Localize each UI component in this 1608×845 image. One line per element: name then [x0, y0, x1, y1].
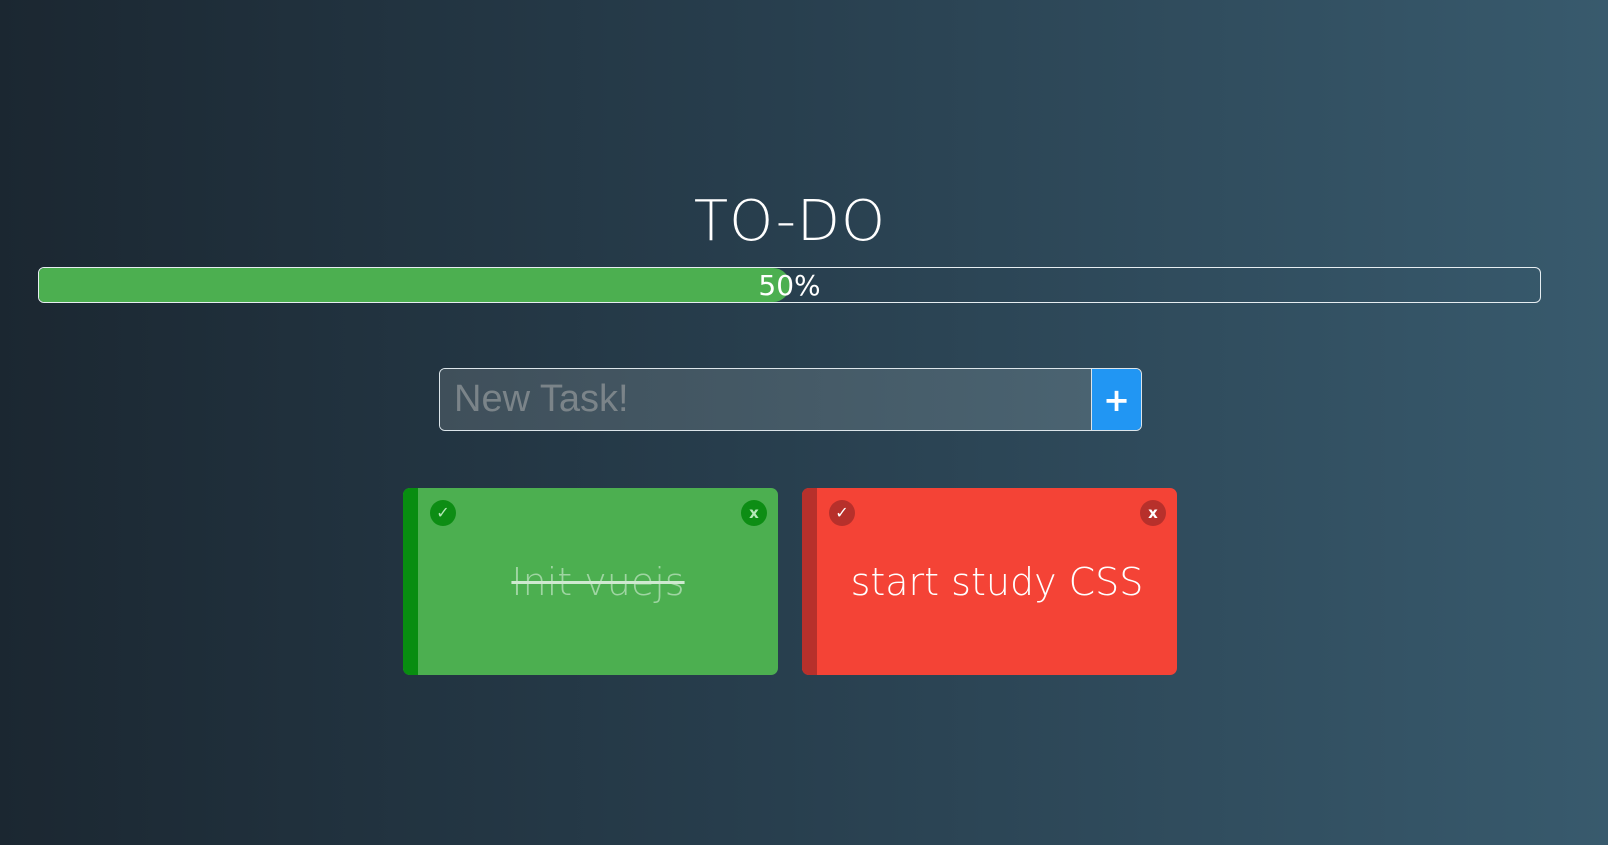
task-card[interactable]: ✓ x start study CSS: [802, 488, 1177, 675]
task-list: ✓ x Init vuejs ✓ x start study CSS: [403, 488, 1177, 675]
new-task-form: +: [439, 368, 1142, 431]
new-task-input[interactable]: [440, 369, 1091, 430]
task-text: Init vuejs: [511, 559, 685, 604]
check-icon[interactable]: ✓: [430, 500, 456, 526]
task-status-stripe: [403, 488, 418, 675]
task-card[interactable]: ✓ x Init vuejs: [403, 488, 778, 675]
page-title: TO-DO: [693, 189, 887, 254]
add-task-button[interactable]: +: [1091, 369, 1141, 430]
task-status-stripe: [802, 488, 817, 675]
progress-label: 50%: [758, 269, 821, 302]
todo-app: TO-DO 50% + ✓ x Init vuejs ✓ x start stu…: [0, 0, 1608, 845]
delete-icon[interactable]: x: [1140, 500, 1166, 526]
progress-bar: 50%: [38, 267, 1541, 303]
delete-icon[interactable]: x: [741, 500, 767, 526]
check-icon[interactable]: ✓: [829, 500, 855, 526]
task-text: start study CSS: [850, 559, 1144, 604]
